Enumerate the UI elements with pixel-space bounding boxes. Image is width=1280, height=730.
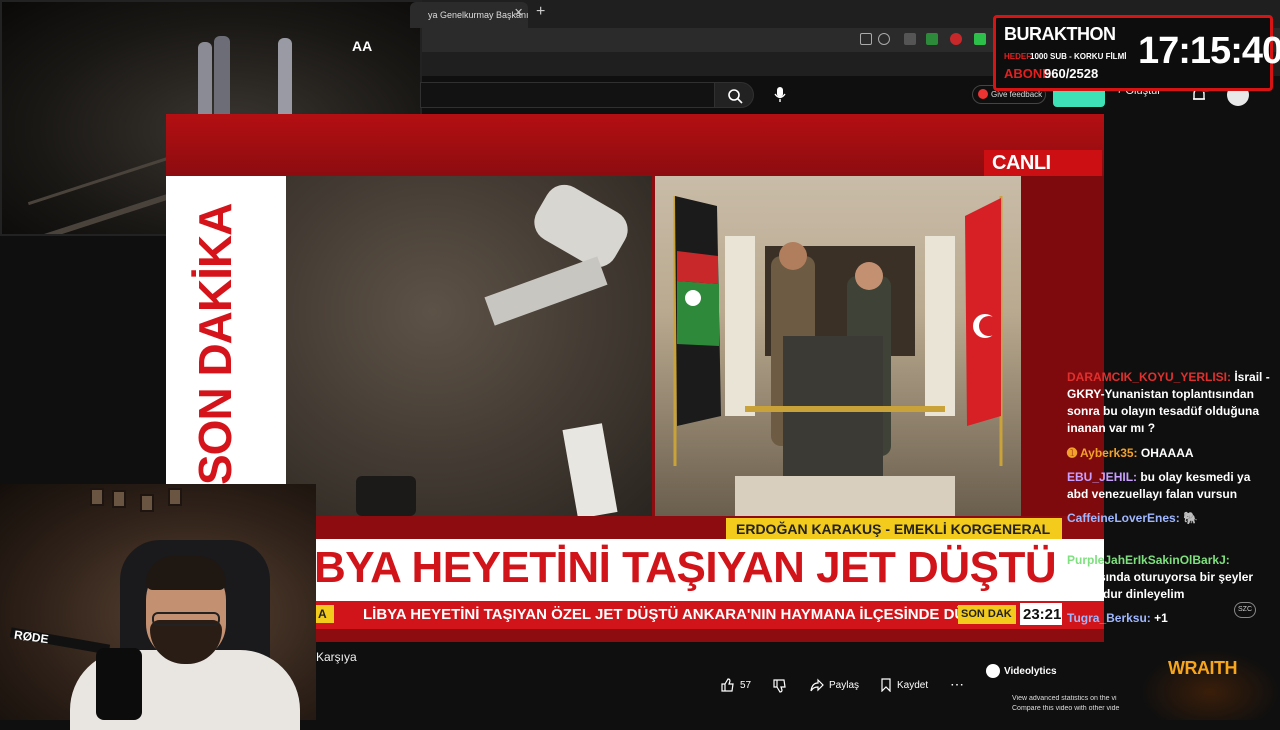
- search-button[interactable]: [714, 82, 754, 108]
- save-label: Kaydet: [897, 679, 929, 691]
- browser-tab[interactable]: ya Genelkurmay Başkanı': [410, 2, 528, 28]
- chat-message: EBU_JEHIL: bu olay kesmedi ya abd venezu…: [1067, 469, 1272, 503]
- aa-logo: AA: [352, 38, 373, 54]
- chat-message: ➊ Ayberk35: OHAAAA: [1067, 445, 1272, 462]
- chat-username[interactable]: Ayberk35:: [1080, 446, 1138, 460]
- chat-message: PurpleJahErIkSakinOlBarkJ: gölbaşında ot…: [1067, 552, 1272, 603]
- extension-icon[interactable]: [860, 33, 872, 45]
- wall-frames: [90, 488, 200, 528]
- crash-footage: [286, 176, 652, 516]
- videolytics-title: Videolytics: [1004, 666, 1057, 677]
- picture-frame: [140, 494, 154, 512]
- video-red-banner: [166, 114, 1104, 176]
- picture-frame: [112, 490, 126, 508]
- ticker-text: LİBYA HEYETİNİ TAŞIYAN ÖZEL JET DÜŞTÜ AN…: [363, 606, 996, 623]
- ticker-label: SON DAK: [958, 605, 1016, 624]
- like-button[interactable]: 57: [720, 678, 751, 692]
- share-label: Paylaş: [829, 679, 860, 691]
- ticker-prefix: A: [314, 605, 334, 623]
- chat-badge: SZC: [1234, 602, 1256, 618]
- star-icon[interactable]: [878, 33, 890, 45]
- save-button[interactable]: Kaydet: [880, 678, 928, 692]
- chat-username[interactable]: Tugra_Berksu:: [1067, 611, 1151, 625]
- more-options-icon[interactable]: ⋯: [950, 676, 964, 693]
- name-strap: ERDOĞAN KARAKUŞ - EMEKLİ KORGENERAL: [726, 518, 1062, 539]
- glasses: [152, 612, 220, 626]
- debris: [562, 423, 618, 516]
- video-title: Karşıya: [316, 650, 357, 664]
- like-count: 57: [740, 679, 752, 691]
- streamer-hair: [146, 556, 226, 590]
- person-figure: [214, 36, 230, 118]
- share-button[interactable]: Paylaş: [810, 678, 859, 692]
- microphone: [96, 648, 142, 720]
- chat-text: OHAAAA: [1137, 446, 1194, 460]
- ticker-time: 23:21: [1020, 603, 1062, 625]
- new-tab-icon[interactable]: +: [536, 3, 545, 21]
- ceremony-footage: [655, 176, 1021, 516]
- badge-icon: ➊: [1067, 446, 1080, 460]
- search-input[interactable]: [420, 82, 714, 108]
- extension-icon[interactable]: [974, 33, 986, 45]
- dislike-button[interactable]: [772, 679, 786, 693]
- chat-username[interactable]: EBU_JEHIL:: [1067, 470, 1137, 484]
- ceremony-scene: [673, 196, 1003, 516]
- mic-icon[interactable]: [770, 84, 790, 104]
- picture-frame: [168, 488, 182, 506]
- chat-text: 🐘: [1179, 511, 1198, 525]
- videolytics-icon: [986, 664, 1000, 678]
- overlay-subs-count: 960/2528: [1044, 66, 1099, 81]
- search-icon: [728, 89, 743, 104]
- chat-username[interactable]: PurpleJahErIkSakinOlBarkJ:: [1067, 553, 1230, 567]
- debris: [356, 476, 416, 516]
- chat-message: CaffeineLoverEnes: 🐘: [1067, 510, 1272, 527]
- picture-frame: [90, 488, 104, 506]
- chat-text: gölbaşında oturuyorsa bir şeyler biliyor…: [1067, 570, 1254, 601]
- extension-icon[interactable]: [950, 33, 962, 45]
- headline-text: BYA HEYETİNİ TAŞIYAN JET DÜŞTÜ: [314, 543, 1057, 592]
- feedback-icon: [978, 89, 988, 99]
- overlay-title: BURAKTHON: [1004, 24, 1116, 44]
- live-badge: CANLI: [984, 150, 1102, 176]
- debris: [484, 256, 608, 326]
- sponsor-logo: WRAITH: [1168, 658, 1237, 678]
- chat-text: +1: [1150, 611, 1168, 625]
- overlay-clock: 17:15:40: [1138, 30, 1280, 72]
- person-figure: [278, 38, 292, 118]
- chat-username[interactable]: DARAMCIK_KOYU_YERLISI:: [1067, 370, 1231, 384]
- tab-close-icon[interactable]: ✕: [514, 6, 523, 19]
- debris: [527, 177, 635, 275]
- chat-message: DARAMCIK_KOYU_YERLISI: İsrail -GKRY-Yuna…: [1067, 369, 1272, 437]
- extension-icon[interactable]: [926, 33, 938, 45]
- overlay-goal-text: 1000 SUB - KORKU FİLMİ: [1030, 52, 1127, 61]
- videolytics-line[interactable]: Compare this video with other vide: [1012, 705, 1140, 712]
- breaking-news-vertical-text: SON DAKİKA: [189, 203, 241, 485]
- videolytics-line[interactable]: View advanced statistics on the vi: [1012, 695, 1140, 702]
- share-icon: [810, 678, 824, 692]
- extension-icon[interactable]: [904, 33, 916, 45]
- chat-username[interactable]: CaffeineLoverEnes:: [1067, 511, 1180, 525]
- thumbs-up-icon: [721, 678, 734, 692]
- person-figure: [198, 42, 212, 118]
- bookmark-icon: [881, 678, 891, 692]
- thumbs-down-icon: [773, 679, 786, 693]
